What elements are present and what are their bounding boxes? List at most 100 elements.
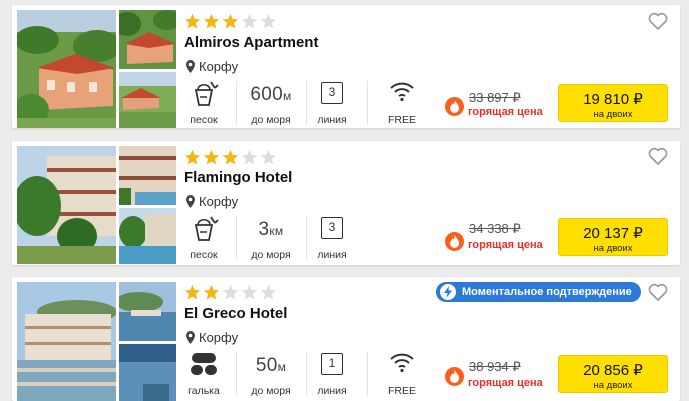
hotel-photos[interactable] [17,10,176,128]
pebbles-icon [191,353,217,375]
line-number: 3 [321,82,343,104]
location-label: Корфу [199,194,239,209]
wifi-icon [390,82,414,102]
hotel-photo-thumb[interactable] [119,208,176,264]
hotel-name[interactable]: Almiros Apartment [184,34,318,51]
fire-icon [445,367,464,386]
hotel-name[interactable]: Flamingo Hotel [184,169,292,186]
old-price: 33 897 ₽ [469,90,521,105]
favorite-heart-icon[interactable] [648,12,668,30]
hot-price-label: горящая цена [468,377,543,389]
hotel-name[interactable]: El Greco Hotel [184,305,287,322]
star-filled-icon [184,149,201,165]
star-empty-icon [241,149,258,165]
hotel-photo-thumb[interactable] [119,10,176,69]
beach-type-label: галька [188,385,220,397]
hotel-card[interactable]: Almiros Apartment Корфу песок 600м до мо… [12,5,680,128]
star-empty-icon [260,149,277,165]
star-filled-icon [184,284,201,300]
star-filled-icon [203,13,220,29]
wifi: FREE [380,78,424,126]
star-filled-icon [184,13,201,29]
divider [306,81,307,125]
hotel-photo-thumb[interactable] [119,344,176,401]
favorite-heart-icon[interactable] [648,283,668,301]
beach-type-label: песок [190,249,218,261]
hotel-location: Корфу [186,59,238,74]
old-price: 38 934 ₽ [469,359,521,374]
line-number: 1 [321,353,343,375]
fire-icon [445,232,464,251]
divider [367,352,368,396]
divider [236,216,237,260]
hotel-photo-thumb[interactable] [119,146,176,205]
distance-to-sea: 50м до моря [240,349,302,397]
wifi-label: FREE [387,114,416,126]
hotel-card[interactable]: Flamingo Hotel Корфу песок 3км до моря 3… [12,141,680,265]
price-button[interactable]: 20 856 ₽ на двоих [558,355,668,393]
divider [306,216,307,260]
location-label: Корфу [199,330,239,345]
instant-confirmation-badge: Моментальное подтверждение [436,282,641,302]
beach-type: галька [182,349,226,397]
hotel-card[interactable]: El Greco Hotel Корфу Моментальное подтве… [12,277,680,401]
hotel-stars [184,149,277,166]
divider [236,81,237,125]
old-price: 34 338 ₽ [469,221,521,236]
divider [236,352,237,396]
price-button[interactable]: 20 137 ₽ на двоих [558,218,668,256]
star-filled-icon [222,149,239,165]
fire-icon [445,97,464,116]
sand-bucket-icon [194,81,219,106]
wifi-icon [390,353,414,373]
distance-label: до моря [251,114,291,126]
distance-to-sea: 3км до моря [240,213,302,261]
price-value: 20 137 ₽ [583,225,643,242]
distance-value: 3 [258,219,270,240]
price-button[interactable]: 19 810 ₽ на двоих [558,84,668,122]
distance-unit: м [277,360,287,374]
badge-label: Моментальное подтверждение [462,286,632,298]
favorite-heart-icon[interactable] [648,147,668,165]
distance-label: до моря [251,249,291,261]
hotel-photo-main[interactable] [17,10,116,128]
star-empty-icon [260,13,277,29]
beach-line: 3 линия [310,78,354,126]
distance-value: 600 [250,84,284,105]
hotel-location: Корфу [186,330,238,345]
hotel-stars [184,13,277,30]
price-label: на двоих [593,109,633,120]
beach-type: песок [182,78,226,126]
hotel-photos[interactable] [17,282,176,401]
hotel-stars [184,284,277,301]
hot-price-label: горящая цена [468,239,543,251]
star-empty-icon [241,13,258,29]
distance-label: до моря [251,385,291,397]
beach-line: 3 линия [310,213,354,261]
star-empty-icon [222,284,239,300]
line-label: линия [317,385,347,397]
sand-bucket-icon [194,216,219,241]
distance-unit: м [283,89,292,103]
lightning-icon [440,284,456,300]
hotel-photo-main[interactable] [17,146,116,264]
line-label: линия [317,114,347,126]
divider [306,352,307,396]
hotel-photo-thumb[interactable] [119,282,176,341]
price-value: 19 810 ₽ [583,91,643,108]
divider [367,81,368,125]
star-filled-icon [203,149,220,165]
star-empty-icon [241,284,258,300]
location-pin-icon [186,331,195,344]
location-pin-icon [186,195,195,208]
location-pin-icon [186,60,195,73]
distance-unit: км [269,224,284,238]
wifi: FREE [380,349,424,397]
hotel-photos[interactable] [17,146,176,264]
hotel-photo-main[interactable] [17,282,116,401]
line-label: линия [317,249,347,261]
price-label: на двоих [593,243,633,254]
hotel-location: Корфу [186,194,238,209]
star-filled-icon [203,284,220,300]
hotel-photo-thumb[interactable] [119,72,176,128]
